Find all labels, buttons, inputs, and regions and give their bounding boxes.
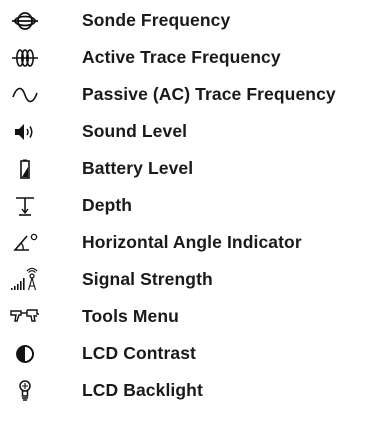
legend-label: Active Trace Frequency (82, 47, 281, 67)
active-trace-frequency-icon (5, 43, 45, 73)
icon-legend: Sonde Frequency Active Trace Frequency P… (0, 0, 382, 423)
contrast-icon (5, 339, 45, 369)
legend-label: Passive (AC) Trace Frequency (82, 84, 336, 104)
angle-icon (5, 228, 45, 258)
legend-row-tools-menu: Tools Menu (0, 298, 382, 335)
legend-row-sonde-frequency: Sonde Frequency (0, 2, 382, 39)
legend-row-signal-strength: Signal Strength (0, 261, 382, 298)
legend-label: LCD Backlight (82, 380, 203, 400)
legend-label: Depth (82, 195, 133, 215)
tools-icon (5, 302, 45, 332)
battery-icon (5, 154, 45, 184)
legend-row-sound-level: Sound Level (0, 113, 382, 150)
legend-row-lcd-contrast: LCD Contrast (0, 335, 382, 372)
legend-row-depth: Depth (0, 187, 382, 224)
legend-label: Battery Level (82, 158, 194, 178)
passive-trace-frequency-icon (5, 80, 45, 110)
legend-label: Sound Level (82, 121, 188, 141)
signal-strength-icon (5, 265, 45, 295)
sonde-frequency-icon (5, 6, 45, 36)
legend-label: Tools Menu (82, 306, 179, 326)
speaker-icon (5, 117, 45, 147)
legend-row-passive-trace-frequency: Passive (AC) Trace Frequency (0, 76, 382, 113)
legend-label: LCD Contrast (82, 343, 196, 363)
depth-icon (5, 191, 45, 221)
legend-label: Signal Strength (82, 269, 213, 289)
legend-label: Horizontal Angle Indicator (82, 232, 302, 252)
legend-row-active-trace-frequency: Active Trace Frequency (0, 39, 382, 76)
backlight-icon (5, 376, 45, 406)
legend-label: Sonde Frequency (82, 10, 231, 30)
legend-row-battery-level: Battery Level (0, 150, 382, 187)
legend-row-horizontal-angle: Horizontal Angle Indicator (0, 224, 382, 261)
legend-row-lcd-backlight: LCD Backlight (0, 372, 382, 409)
